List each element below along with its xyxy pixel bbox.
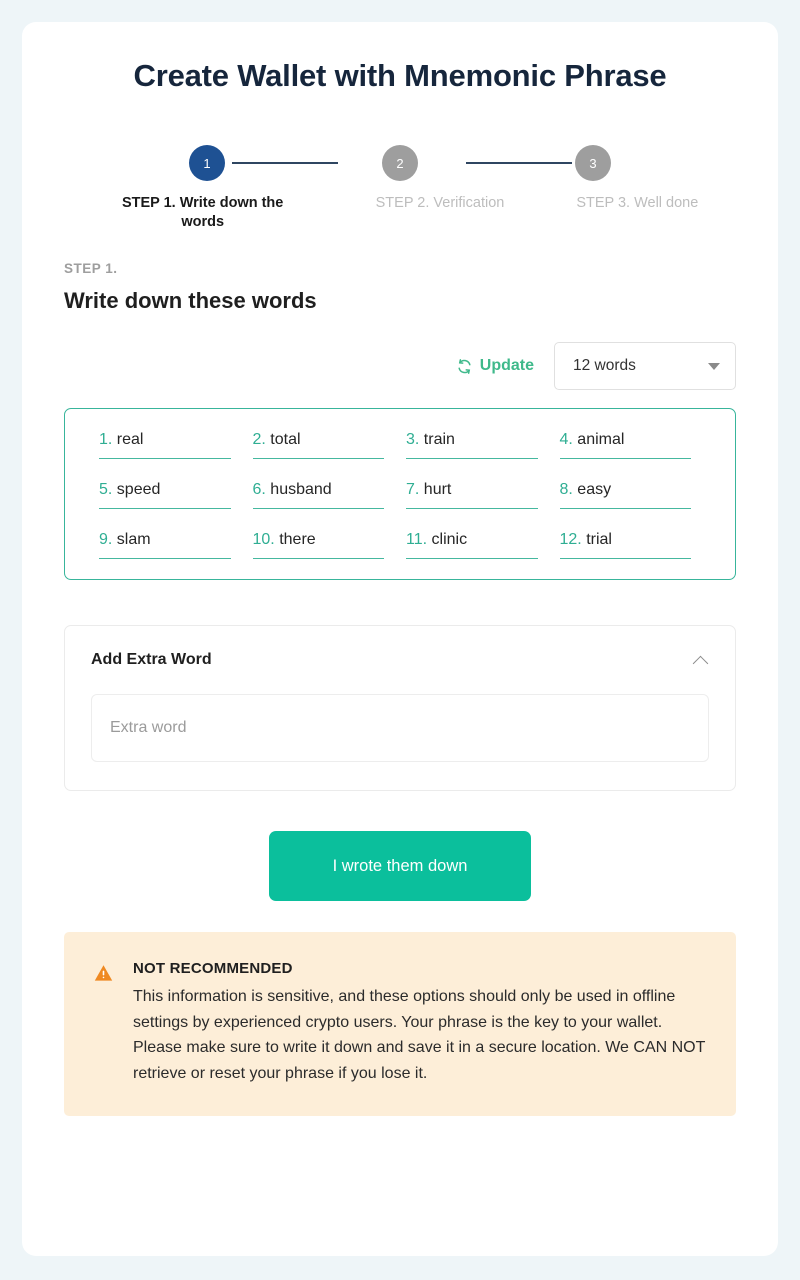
warning-text-block: NOT RECOMMENDED This information is sens… (133, 960, 706, 1086)
warning-body: This information is sensitive, and these… (133, 988, 706, 1082)
step-number-3: 3 (589, 155, 597, 171)
mnemonic-text-12: trial (586, 531, 612, 548)
cta-wrapper: I wrote them down (64, 831, 736, 901)
mnemonic-row: 9. slam 10. there 11. clinic 12. trial (93, 531, 707, 559)
mnemonic-index-10: 10. (252, 531, 275, 548)
stepper-connector-1 (232, 162, 338, 164)
mnemonic-grid: 1. real 2. total 3. train 4. animal 5. s… (64, 408, 736, 580)
mnemonic-text-7: hurt (423, 481, 452, 498)
mnemonic-word-9[interactable]: 9. slam (93, 531, 247, 559)
mnemonic-word-10[interactable]: 10. there (247, 531, 401, 559)
stepper-track: 1 2 3 (64, 141, 736, 185)
page-title: Create Wallet with Mnemonic Phrase (133, 58, 667, 93)
mnemonic-index-8: 8. (559, 481, 573, 498)
mnemonic-text-9: slam (116, 531, 151, 548)
mnemonic-text-11: clinic (431, 531, 468, 548)
step-number-2: 2 (396, 155, 404, 171)
mnemonic-text-3: train (423, 431, 455, 448)
mnemonic-word-11[interactable]: 11. clinic (400, 531, 554, 559)
step-label-3: STEP 3. Well done (576, 195, 699, 211)
warning-triangle-icon (94, 964, 113, 1086)
refresh-icon (456, 358, 473, 375)
stepper-labels: STEP 1. Write down the words STEP 2. Ver… (64, 194, 736, 232)
step-label-1: STEP 1. Write down the words (121, 195, 284, 230)
step-circle-1[interactable]: 1 (189, 145, 225, 181)
step-number-1: 1 (203, 155, 211, 171)
mnemonic-index-9: 9. (99, 531, 113, 548)
mnemonic-text-6: husband (270, 481, 332, 498)
mnemonic-text-4: animal (577, 431, 625, 448)
mnemonic-word-1[interactable]: 1. real (93, 431, 247, 459)
update-button[interactable]: Update (454, 351, 536, 381)
mnemonic-word-8[interactable]: 8. easy (554, 481, 708, 509)
mnemonic-index-12: 12. (559, 531, 582, 548)
stepper: 1 2 3 STEP 1. Write down the words STEP … (22, 141, 778, 232)
stepper-connector-2 (466, 162, 572, 164)
mnemonic-text-8: easy (577, 481, 612, 498)
mnemonic-index-4: 4. (559, 431, 573, 448)
word-count-value: 12 words (573, 357, 636, 374)
warning-banner: NOT RECOMMENDED This information is sens… (64, 932, 736, 1116)
i-wrote-them-down-button[interactable]: I wrote them down (269, 831, 531, 901)
mnemonic-text-1: real (116, 431, 144, 448)
extra-word-input[interactable] (91, 694, 709, 762)
mnemonic-index-6: 6. (252, 481, 266, 498)
mnemonic-index-3: 3. (406, 431, 420, 448)
mnemonic-word-7[interactable]: 7. hurt (400, 481, 554, 509)
mnemonic-word-6[interactable]: 6. husband (247, 481, 401, 509)
step-circle-3[interactable]: 3 (575, 145, 611, 181)
mnemonic-row: 5. speed 6. husband 7. hurt 8. easy (93, 481, 707, 531)
mnemonic-index-11: 11. (406, 531, 428, 548)
section-kicker: STEP 1. (64, 261, 118, 276)
warning-title: NOT RECOMMENDED (133, 960, 293, 977)
update-button-label: Update (479, 357, 534, 374)
mnemonic-word-4[interactable]: 4. animal (554, 431, 708, 459)
step-circle-2[interactable]: 2 (382, 145, 418, 181)
extra-word-title: Add Extra Word (91, 651, 212, 668)
step-label-2: STEP 2. Verification (375, 195, 505, 211)
chevron-down-icon (708, 362, 720, 370)
main-section: STEP 1. Write down these words Update 12… (22, 261, 778, 1116)
wallet-card: Create Wallet with Mnemonic Phrase 1 2 3… (22, 22, 778, 1256)
mnemonic-index-1: 1. (99, 431, 113, 448)
mnemonic-index-2: 2. (252, 431, 266, 448)
extra-word-panel: Add Extra Word (64, 625, 736, 791)
chevron-up-icon[interactable] (693, 656, 709, 665)
section-title: Write down these words (64, 288, 317, 313)
mnemonic-word-3[interactable]: 3. train (400, 431, 554, 459)
mnemonic-text-2: total (270, 431, 301, 448)
mnemonic-index-7: 7. (406, 481, 420, 498)
controls-row: Update 12 words (64, 342, 736, 390)
mnemonic-text-5: speed (116, 481, 161, 498)
mnemonic-word-5[interactable]: 5. speed (93, 481, 247, 509)
word-count-select[interactable]: 12 words (554, 342, 736, 390)
page-root: Create Wallet with Mnemonic Phrase 1 2 3… (0, 0, 800, 1280)
mnemonic-text-10: there (279, 531, 316, 548)
mnemonic-word-12[interactable]: 12. trial (554, 531, 708, 559)
extra-word-header[interactable]: Add Extra Word (91, 626, 709, 694)
mnemonic-index-5: 5. (99, 481, 113, 498)
mnemonic-row: 1. real 2. total 3. train 4. animal (93, 431, 707, 481)
mnemonic-word-2[interactable]: 2. total (247, 431, 401, 459)
